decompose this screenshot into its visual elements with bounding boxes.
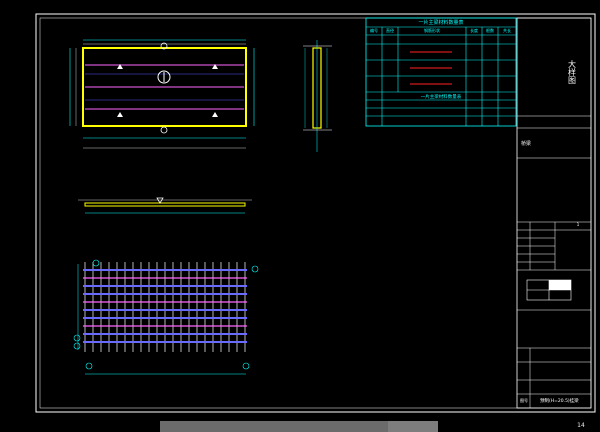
title-block-drawing-name: 预制(H=20.5)挂梁 bbox=[540, 397, 579, 404]
status-bar-page: 14 bbox=[577, 422, 585, 429]
subtable-title: 一片主梁材料数量表 bbox=[421, 93, 462, 100]
support-icon bbox=[156, 197, 164, 204]
bottom-mark-icon bbox=[160, 126, 168, 134]
callout-low-left-icon bbox=[73, 342, 81, 350]
status-bar-coords-area bbox=[388, 421, 438, 432]
plan-view[interactable] bbox=[69, 39, 255, 149]
rebar-vertical-bars bbox=[84, 262, 246, 352]
table-header-count: 根数 bbox=[486, 27, 494, 33]
side-section-view[interactable] bbox=[303, 40, 332, 152]
table-header-total: 共长 bbox=[503, 27, 511, 33]
elevation-view[interactable] bbox=[78, 197, 252, 214]
table-header-dia: 直径 bbox=[386, 27, 394, 33]
callout-top-left-icon bbox=[92, 259, 100, 267]
callout-bottom-left-icon bbox=[85, 362, 93, 370]
cad-viewport[interactable]: 一片主梁材料数量表 编号 直径 钢筋形状 长度 根数 共长 一片主梁材料数量表 bbox=[0, 0, 600, 420]
material-table-title: 一片主梁材料数量表 bbox=[418, 19, 463, 26]
title-block-sheet-no: 1 bbox=[577, 222, 580, 227]
table-header-no: 编号 bbox=[370, 27, 378, 33]
title-block-bottom-label: 图号 bbox=[520, 397, 528, 403]
callout-top-right-icon bbox=[251, 265, 259, 273]
title-block-project-label: 桥梁 bbox=[521, 140, 531, 147]
rebar-grid-view[interactable] bbox=[73, 259, 259, 375]
title-block-vertical-title: 大样图 bbox=[568, 59, 577, 85]
material-table[interactable]: 一片主梁材料数量表 编号 直径 钢筋形状 长度 根数 共长 一片主梁材料数量表 bbox=[365, 17, 517, 127]
callout-mid-left-icon bbox=[73, 334, 81, 342]
table-header-shape: 钢筋形状 bbox=[424, 27, 440, 33]
cad-drawing[interactable]: 一片主梁材料数量表 编号 直径 钢筋形状 长度 根数 共长 一片主梁材料数量表 bbox=[0, 0, 600, 420]
title-block[interactable]: 大样图 桥梁 预制(H=20.5)挂梁 图号 1 bbox=[516, 17, 592, 409]
table-header-len: 长度 bbox=[470, 27, 478, 33]
status-bar-command-area[interactable] bbox=[160, 421, 416, 432]
callout-bottom-right-icon bbox=[242, 362, 250, 370]
